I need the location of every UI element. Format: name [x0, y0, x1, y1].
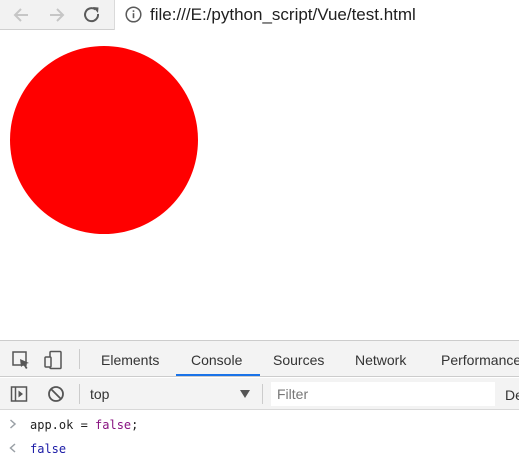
- clear-console-icon[interactable]: [47, 385, 65, 403]
- tab-elements[interactable]: Elements: [101, 352, 159, 368]
- code-text: app.ok =: [30, 418, 96, 432]
- console-messages: app.ok = false; false: [0, 411, 519, 459]
- info-icon[interactable]: [125, 6, 142, 23]
- back-button[interactable]: [11, 4, 33, 26]
- context-value: top: [90, 386, 110, 402]
- page-viewport: [0, 31, 519, 340]
- browser-window: file:///E:/python_script/Vue/test.html E…: [0, 0, 519, 459]
- device-toolbar-icon[interactable]: [43, 350, 63, 370]
- console-input-text: app.ok = false;: [30, 418, 138, 432]
- tab-network[interactable]: Network: [355, 352, 406, 368]
- active-tab-indicator: [176, 374, 260, 376]
- console-toolbar: top De: [0, 378, 519, 410]
- console-input-line: app.ok = false;: [0, 416, 519, 438]
- red-circle: [10, 46, 198, 234]
- reload-button[interactable]: [81, 4, 103, 26]
- code-text-end: ;: [131, 418, 139, 432]
- browser-toolbar: file:///E:/python_script/Vue/test.html: [0, 0, 519, 30]
- url-text: file:///E:/python_script/Vue/test.html: [150, 5, 416, 24]
- toolbar-divider: [79, 384, 80, 404]
- code-keyword: false: [95, 418, 132, 432]
- input-prompt-icon: [9, 418, 17, 433]
- devtools-tab-bar: Elements Console Sources Network Perform…: [0, 341, 519, 377]
- console-output-text: false: [30, 442, 67, 456]
- tab-sources[interactable]: Sources: [273, 352, 324, 368]
- inspect-element-icon[interactable]: [11, 350, 31, 370]
- address-bar[interactable]: file:///E:/python_script/Vue/test.html: [114, 0, 519, 30]
- tab-console[interactable]: Console: [191, 352, 242, 368]
- forward-button[interactable]: [45, 4, 67, 26]
- context-selector[interactable]: top: [84, 382, 256, 406]
- output-prompt-icon: [9, 442, 17, 457]
- devtools-panel: Elements Console Sources Network Perform…: [0, 340, 519, 459]
- arrow-left-icon: [13, 8, 28, 22]
- tab-performance[interactable]: Performance: [441, 352, 519, 368]
- toolbar-divider: [262, 384, 263, 404]
- filter-input[interactable]: [271, 382, 495, 406]
- log-levels-dropdown[interactable]: De: [505, 387, 519, 403]
- dropdown-triangle-icon: [240, 390, 250, 398]
- toolbar-divider: [79, 349, 80, 369]
- reload-icon: [84, 7, 100, 23]
- arrow-right-icon: [50, 8, 65, 22]
- show-sidebar-icon[interactable]: [10, 385, 28, 403]
- console-output-line: false: [0, 440, 519, 459]
